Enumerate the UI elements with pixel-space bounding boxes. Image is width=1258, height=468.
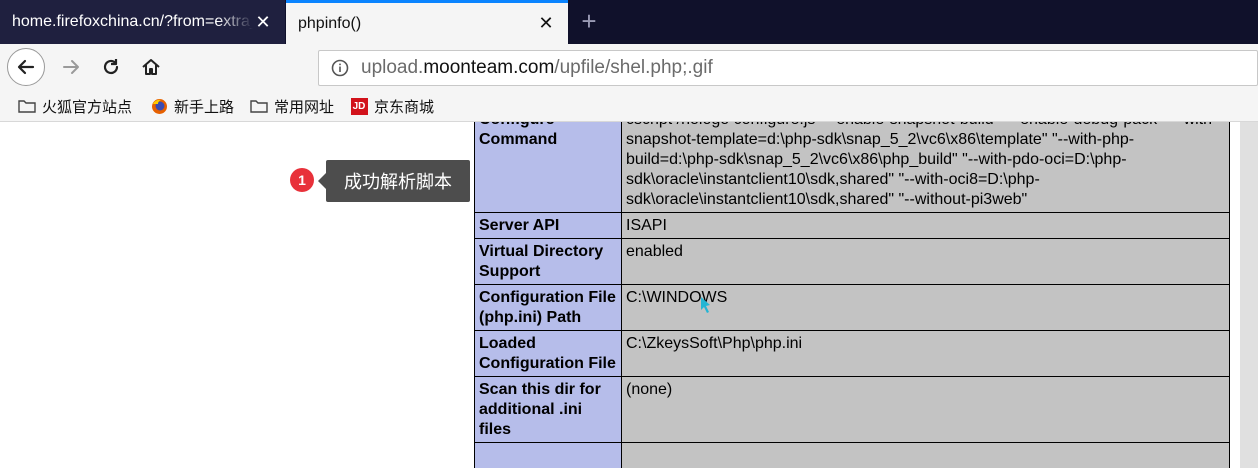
bookmark-label: 新手上路 [174, 98, 235, 116]
url-prefix: upload. [361, 57, 424, 78]
arrow-right-icon [63, 60, 79, 74]
config-key: Virtual Directory Support [474, 238, 622, 285]
reload-button[interactable] [96, 52, 126, 82]
table-row: Scan this dir for additional .ini files … [474, 376, 1230, 443]
address-bar[interactable]: upload.moonteam.com/upfile/shel.php;.gif [318, 50, 1258, 86]
tab-strip: home.firefoxchina.cn/?from=extra_start ✕… [0, 0, 1258, 44]
back-button[interactable] [7, 48, 45, 86]
firefox-icon [150, 98, 168, 114]
table-row: Server API ISAPI [474, 212, 1230, 239]
table-row: Loaded Configuration File C:\ZkeysSoft\P… [474, 330, 1230, 377]
reload-icon [103, 59, 119, 75]
tab-home[interactable]: home.firefoxchina.cn/?from=extra_start ✕ [0, 0, 285, 44]
config-key: Server API [474, 212, 622, 239]
config-key: Configure Command [474, 122, 622, 213]
config-key: Configuration File (php.ini) Path [474, 284, 622, 331]
config-key [474, 442, 622, 468]
config-value: (none) [621, 376, 1230, 443]
tab-title: home.firefoxchina.cn/?from=extra_start [12, 13, 253, 30]
forward-button[interactable] [56, 52, 86, 82]
tooltip-text: 成功解析脚本 [344, 172, 452, 192]
bookmark-common-sites[interactable]: 常用网址 [250, 96, 334, 116]
close-tab-icon[interactable]: ✕ [253, 12, 273, 32]
url-text[interactable]: upload.moonteam.com/upfile/shel.php;.gif [361, 57, 713, 79]
config-value: ISAPI [621, 212, 1230, 239]
config-value: enabled [621, 238, 1230, 285]
config-key: Loaded Configuration File [474, 330, 622, 377]
url-domain: moonteam.com [423, 57, 555, 78]
annotation-tooltip: 成功解析脚本 [318, 160, 470, 202]
table-row: Configure Command cscript /nologo config… [474, 122, 1230, 213]
config-value [621, 442, 1230, 468]
info-icon[interactable] [331, 59, 349, 77]
new-tab-plus-icon[interactable]: + [574, 8, 604, 36]
tab-phpinfo[interactable]: phpinfo() ✕ [286, 0, 568, 44]
folder-icon [18, 98, 36, 114]
config-value: C:\ZkeysSoft\Php\php.ini [621, 330, 1230, 377]
phpinfo-table: Configure Command cscript /nologo config… [474, 122, 1230, 468]
folder-icon [250, 98, 268, 114]
bookmark-label: 常用网址 [274, 98, 335, 116]
jd-icon: JD [350, 97, 368, 115]
config-key: Scan this dir for additional .ini files [474, 376, 622, 443]
table-row [474, 442, 1230, 468]
url-path: /upfile/shel.php;.gif [554, 57, 713, 78]
table-row: Configuration File (php.ini) Path C:\WIN… [474, 284, 1230, 331]
navigation-toolbar: upload.moonteam.com/upfile/shel.php;.gif [0, 44, 1258, 90]
mouse-cursor-icon [701, 297, 710, 313]
bookmark-label: 火狐官方站点 [42, 98, 133, 116]
page-content: Configure Command cscript /nologo config… [0, 122, 1258, 468]
step-number-badge: 1 [290, 168, 314, 192]
bookmark-getting-started[interactable]: 新手上路 [150, 96, 234, 116]
config-value: C:\WINDOWS [621, 284, 1230, 331]
close-tab-icon[interactable]: ✕ [536, 13, 556, 34]
bookmarks-toolbar: 火狐官方站点 新手上路 常用网址 JD 京东商城 [0, 90, 1258, 122]
bookmark-label: 京东商城 [374, 98, 435, 116]
page-edge [1240, 122, 1258, 468]
home-icon [142, 59, 160, 75]
home-button[interactable] [136, 52, 166, 82]
table-row: Virtual Directory Support enabled [474, 238, 1230, 285]
arrow-left-icon [17, 59, 35, 75]
bookmark-firefox-official[interactable]: 火狐官方站点 [18, 96, 132, 116]
tab-title: phpinfo() [298, 14, 362, 32]
config-value: cscript /nologo configure.js "--enable-s… [621, 122, 1230, 213]
bookmark-jd-mall[interactable]: JD 京东商城 [350, 96, 434, 116]
